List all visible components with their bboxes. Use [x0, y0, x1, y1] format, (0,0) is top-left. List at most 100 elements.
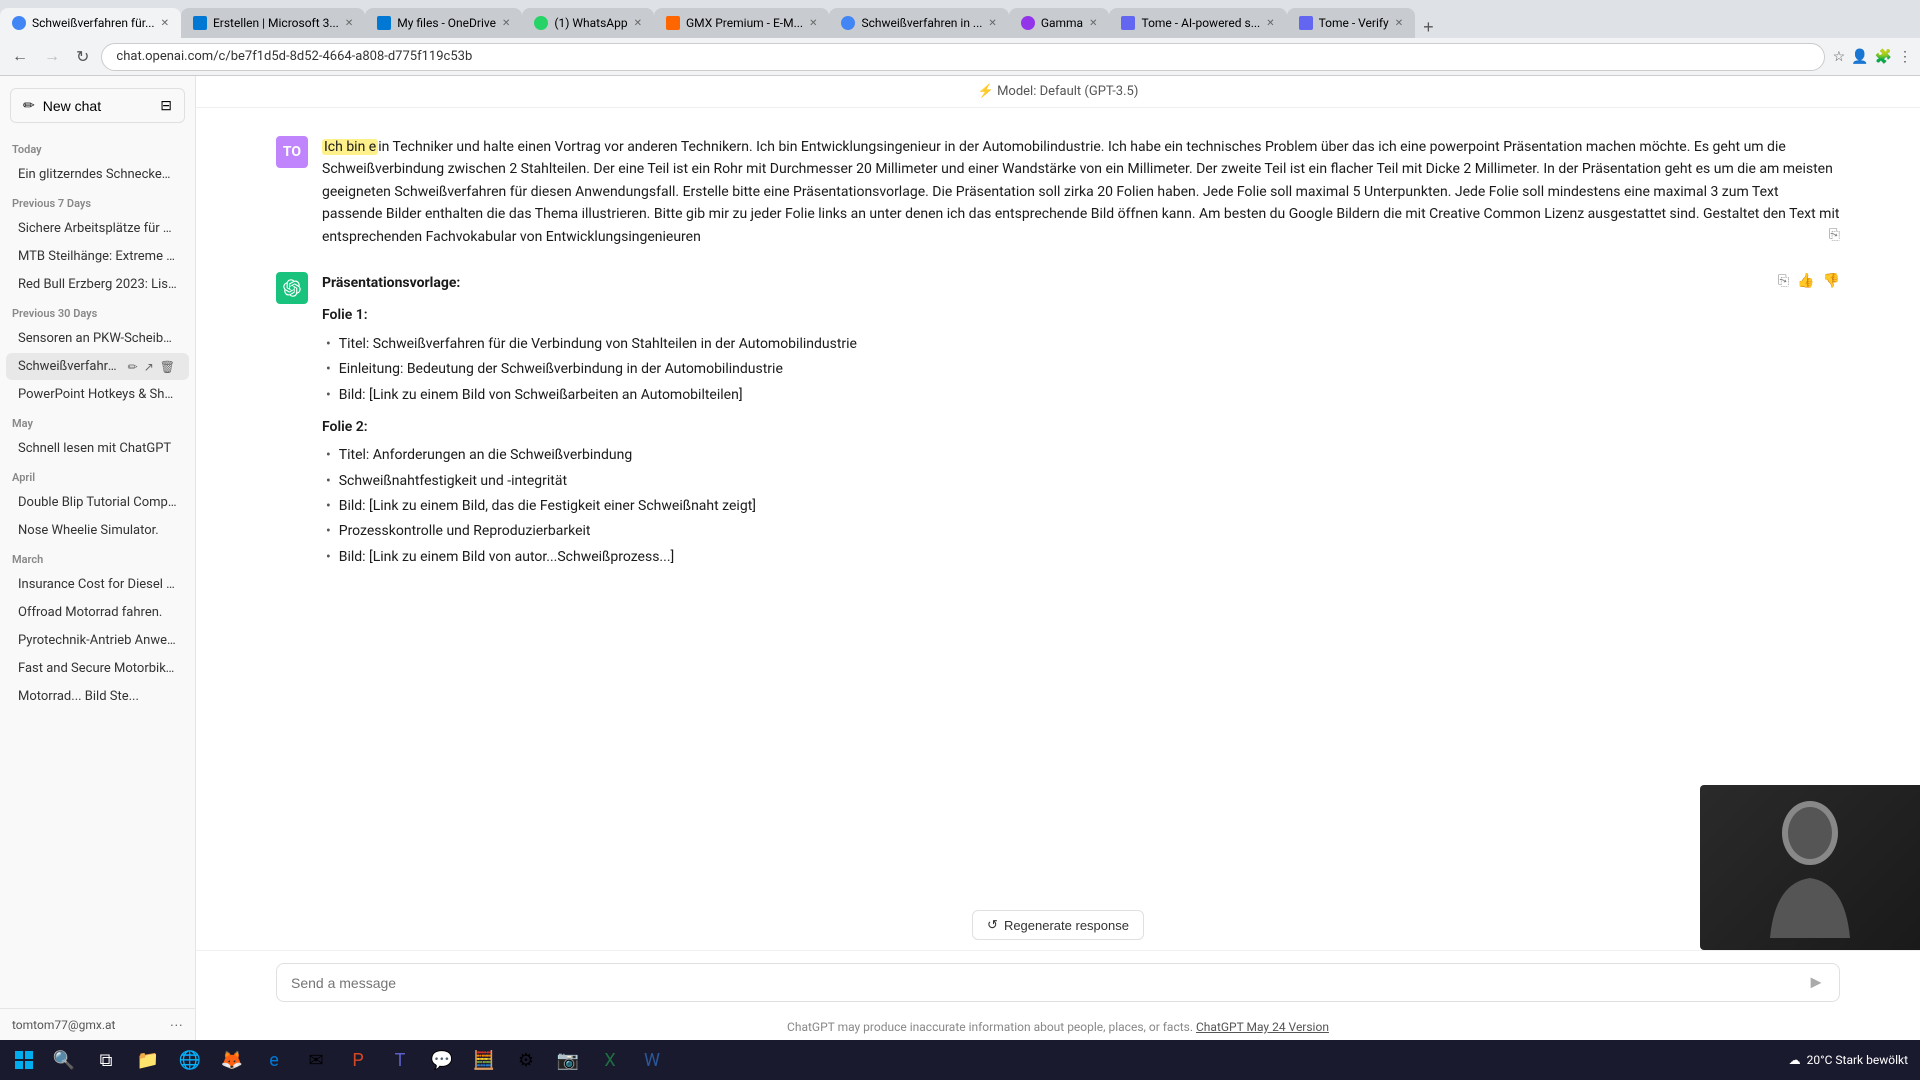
tab-close-icon[interactable]: ✕ — [988, 18, 996, 29]
bullet-icon: • — [326, 495, 331, 517]
sidebar-item-text: Fast and Secure Motorbike Lo... — [18, 661, 177, 676]
sidebar-item-glitzerndes[interactable]: Ein glitzerndes Schnecken-A... — [6, 161, 189, 188]
forward-button[interactable]: → — [40, 46, 64, 68]
sidebar-item-text: Ein glitzerndes Schnecken-A... — [18, 167, 177, 182]
sidebar-item-double-blip[interactable]: Double Blip Tutorial Compilati... — [6, 489, 189, 516]
folie2-bullet3: • Bild: [Link zu einem Bild, das die Fes… — [322, 495, 1840, 517]
sidebar-item-arbeitsplaetze[interactable]: Sichere Arbeitsplätze für LKW... — [6, 215, 189, 242]
new-chat-label: New chat — [43, 98, 101, 114]
tab-tome2[interactable]: Tome - Verify ✕ — [1287, 8, 1416, 38]
thumbs-up-button[interactable]: 👍 — [1797, 272, 1814, 289]
tab-close-icon[interactable]: ✕ — [1089, 18, 1097, 29]
tab-microsoft[interactable]: Erstellen | Microsoft 3... ✕ — [181, 8, 365, 38]
menu-icon[interactable]: ⋮ — [1898, 49, 1912, 65]
tab-schweissverfahren2[interactable]: Schweißverfahren in ... ✕ — [829, 8, 1008, 38]
bullet-text: Titel: Schweißverfahren für die Verbindu… — [339, 333, 857, 355]
tab-close-icon[interactable]: ✕ — [809, 18, 817, 29]
browser-chrome: Schweißverfahren für... ✕ Erstellen | Mi… — [0, 0, 1920, 76]
sidebar-more-button[interactable]: ··· — [170, 1017, 183, 1032]
taskbar-powerpoint[interactable]: P — [338, 1040, 378, 1080]
new-chat-button[interactable]: ✏ New chat ⊟ — [10, 88, 185, 123]
tab-close-icon[interactable]: ✕ — [1266, 18, 1274, 29]
taskbar-excel[interactable]: X — [590, 1040, 630, 1080]
tab-favicon — [193, 16, 207, 30]
bullet-text: Prozesskontrolle und Reproduzierbarkeit — [339, 520, 591, 542]
taskbar-firefox[interactable]: 🦊 — [212, 1040, 252, 1080]
back-button[interactable]: ← — [8, 46, 32, 68]
regenerate-button[interactable]: ↺ Regenerate response — [972, 910, 1144, 940]
taskbar-word[interactable]: W — [632, 1040, 672, 1080]
tab-close-icon[interactable]: ✕ — [345, 18, 353, 29]
input-area: ► — [196, 950, 1920, 1014]
taskbar-edge[interactable]: e — [254, 1040, 294, 1080]
sidebar-item-redbull[interactable]: Red Bull Erzberg 2023: List... — [6, 271, 189, 298]
taskbar-explorer[interactable]: 📁 — [128, 1040, 168, 1080]
sidebar-item-schweissverfahren[interactable]: Schweißverfahren f... ✏ ↗ 🗑 — [6, 353, 189, 380]
taskbar-taskview[interactable]: ⧉ — [86, 1040, 126, 1080]
sidebar-item-mtb[interactable]: MTB Steilhänge: Extreme Fah... — [6, 243, 189, 270]
model-name: Model: Default (GPT-3.5) — [997, 84, 1138, 99]
sidebar-item-sensoren[interactable]: Sensoren an PKW-Scheiben... — [6, 325, 189, 352]
tab-whatsapp[interactable]: (1) WhatsApp ✕ — [522, 8, 654, 38]
taskbar-email[interactable]: ✉ — [296, 1040, 336, 1080]
section-march: March — [0, 545, 195, 570]
extensions-icon[interactable]: 🧩 — [1875, 49, 1892, 65]
address-bar[interactable]: chat.openai.com/c/be7f1d5d-8d52-4664-a80… — [101, 43, 1824, 71]
tab-gmx[interactable]: GMX Premium - E-M... ✕ — [654, 8, 829, 38]
tab-close-icon[interactable]: ✕ — [502, 18, 510, 29]
taskbar-chrome[interactable]: 🌐 — [170, 1040, 210, 1080]
delete-item-button[interactable]: 🗑 — [158, 360, 177, 374]
star-icon[interactable]: ☆ — [1833, 49, 1846, 65]
sidebar-item-motorbike[interactable]: Fast and Secure Motorbike Lo... — [6, 655, 189, 682]
tab-close-icon[interactable]: ✕ — [634, 18, 642, 29]
copy-message-button[interactable]: ⎘ — [1829, 226, 1840, 243]
sidebar-item-text: Pyrotechnik-Antrieb Anwend... — [18, 633, 177, 648]
user-message-content: Ich bin eIch bin ein Techniker und halte… — [322, 136, 1840, 248]
sidebar-item-powerpoint[interactable]: PowerPoint Hotkeys & Shortc... — [6, 381, 189, 408]
tab-label: Erstellen | Microsoft 3... — [213, 16, 339, 30]
taskbar-search[interactable]: 🔍 — [44, 1040, 84, 1080]
taskbar-camera[interactable]: 📷 — [548, 1040, 588, 1080]
sidebar-content: Today Ein glitzerndes Schnecken-A... Pre… — [0, 135, 195, 1008]
copy-response-button[interactable]: ⎘ — [1778, 272, 1789, 289]
user-message-row: TO Ich bin eIch bin ein Techniker und ha… — [196, 124, 1920, 260]
tab-onedrive[interactable]: My files - OneDrive ✕ — [365, 8, 522, 38]
tab-gamma[interactable]: Gamma ✕ — [1009, 8, 1110, 38]
tab-close-icon[interactable]: ✕ — [1395, 18, 1403, 29]
taskbar-calculator[interactable]: 🧮 — [464, 1040, 504, 1080]
taskbar-settings[interactable]: ⚙ — [506, 1040, 546, 1080]
share-item-button[interactable]: ↗ — [142, 360, 156, 374]
taskbar-whatsapp[interactable]: 💬 — [422, 1040, 462, 1080]
weather-info: 20°C Stark bewölkt — [1807, 1053, 1908, 1067]
reload-button[interactable]: ↻ — [72, 45, 93, 69]
sidebar-item-schnell-lesen[interactable]: Schnell lesen mit ChatGPT — [6, 435, 189, 462]
disclaimer-text: ChatGPT may produce inaccurate informati… — [787, 1020, 1193, 1034]
assistant-message-row: Präsentationsvorlage: ⎘ 👍 👎 Folie 1: • T… — [196, 260, 1920, 583]
edit-item-button[interactable]: ✏ — [126, 360, 140, 374]
tab-favicon — [377, 16, 391, 30]
video-person — [1700, 785, 1920, 950]
send-button[interactable]: ► — [1807, 972, 1825, 993]
windows-icon — [14, 1050, 34, 1070]
sidebar-item-motorrad[interactable]: Motorrad... Bild Ste... — [6, 683, 189, 710]
folie2-bullet4: • Prozesskontrolle und Reproduzierbarkei… — [322, 520, 1840, 542]
thumbs-down-button[interactable]: 👎 — [1823, 272, 1840, 289]
sidebar-item-insurance[interactable]: Insurance Cost for Diesel Car... — [6, 571, 189, 598]
cloud-icon[interactable]: ☁ — [1789, 1053, 1801, 1067]
tab-tome1[interactable]: Tome - AI-powered s... ✕ — [1109, 8, 1286, 38]
folie2-bullet5: • Bild: [Link zu einem Bild von autor...… — [322, 546, 1840, 568]
sidebar-item-pyrotechnik[interactable]: Pyrotechnik-Antrieb Anwend... — [6, 627, 189, 654]
sidebar-item-nose-wheelie[interactable]: Nose Wheelie Simulator. — [6, 517, 189, 544]
chat-area[interactable]: TO Ich bin eIch bin ein Techniker und ha… — [196, 108, 1920, 904]
sidebar-item-offroad[interactable]: Offroad Motorrad fahren. — [6, 599, 189, 626]
profile-icon[interactable]: 👤 — [1851, 49, 1868, 65]
taskbar-teams[interactable]: T — [380, 1040, 420, 1080]
sidebar-toggle-icon[interactable]: ⊟ — [109, 97, 172, 114]
sidebar-item-text: Red Bull Erzberg 2023: List... — [18, 277, 177, 292]
start-button[interactable] — [4, 1040, 44, 1080]
chat-input[interactable] — [291, 975, 1807, 991]
new-tab-button[interactable]: + — [1415, 17, 1442, 38]
tab-schweissverfahren[interactable]: Schweißverfahren für... ✕ — [0, 8, 181, 38]
disclaimer-link[interactable]: ChatGPT May 24 Version — [1196, 1020, 1329, 1034]
tab-close-icon[interactable]: ✕ — [161, 18, 169, 29]
